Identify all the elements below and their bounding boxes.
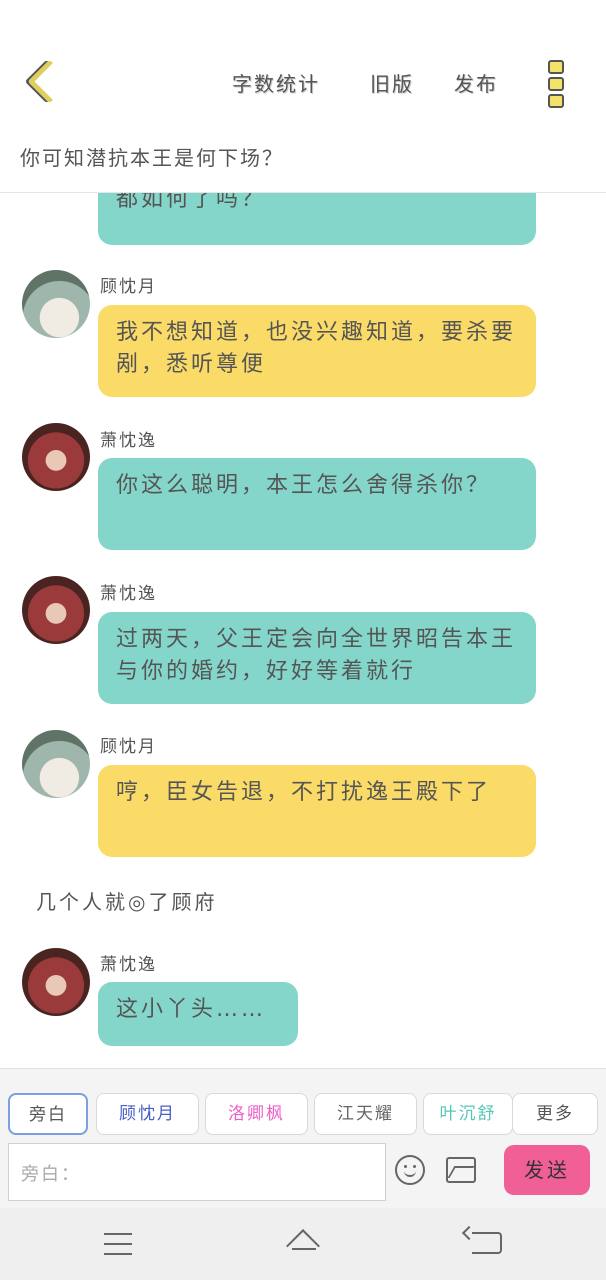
word-count-button[interactable]: 字数统计 — [232, 68, 320, 97]
message-text: 我不想知道，也没兴趣知道，要杀要剐，悉听尊便 — [116, 320, 517, 377]
speaker-name: 萧忱逸 — [100, 584, 157, 604]
image-icon[interactable] — [446, 1157, 476, 1183]
composer: 旁白 顾忱月 洛卿枫 江天耀 叶沉舒 更多 旁白： 发送 — [0, 1068, 606, 1209]
narration-message: 几个人就◎了顾府 — [36, 890, 218, 914]
role-chip-narrator[interactable]: 旁白 — [8, 1093, 88, 1135]
message-bubble[interactable]: 我不想知道，也没兴趣知道，要杀要剐，悉听尊便 — [98, 305, 536, 397]
speaker-name: 顾忱月 — [100, 277, 157, 297]
publish-button[interactable]: 发布 — [454, 68, 498, 97]
more-vertical-icon[interactable] — [548, 60, 566, 108]
chevron-left-icon — [27, 59, 72, 104]
role-chip-ye[interactable]: 叶沉舒 — [423, 1093, 513, 1135]
system-nav-bar — [0, 1208, 606, 1280]
message-text: 都如何了吗？ — [116, 192, 267, 212]
more-roles-button[interactable]: 更多 — [512, 1093, 598, 1135]
message-bubble[interactable]: 都如何了吗？ — [98, 192, 536, 245]
speaker-name: 萧忱逸 — [100, 955, 157, 975]
message-input[interactable]: 旁白： — [8, 1143, 386, 1201]
home-icon[interactable] — [284, 1230, 324, 1258]
send-button[interactable]: 发送 — [504, 1145, 590, 1195]
avatar-gu[interactable] — [22, 270, 90, 338]
menu-icon[interactable] — [104, 1233, 132, 1255]
message-bubble[interactable]: 这小丫头…… — [98, 982, 298, 1046]
avatar-xiao[interactable] — [22, 948, 90, 1016]
avatar-xiao[interactable] — [22, 576, 90, 644]
message-bubble[interactable]: 你这么聪明，本王怎么舍得杀你？ — [98, 458, 536, 550]
old-version-button[interactable]: 旧版 — [370, 68, 414, 97]
role-chip-luo[interactable]: 洛卿枫 — [205, 1093, 308, 1135]
story-title: 你可知潜抗本王是何下场？ — [20, 146, 284, 170]
top-bar: 字数统计 旧版 发布 你可知潜抗本王是何下场？ — [0, 0, 606, 193]
role-chip-jiang[interactable]: 江天耀 — [314, 1093, 417, 1135]
back-button[interactable] — [22, 58, 72, 106]
speaker-name: 顾忱月 — [100, 737, 157, 757]
emoji-icon[interactable] — [395, 1155, 425, 1185]
back-icon[interactable] — [472, 1232, 502, 1254]
message-bubble[interactable]: 哼，臣女告退，不打扰逸王殿下了 — [98, 765, 536, 857]
speaker-name: 萧忱逸 — [100, 431, 157, 451]
message-text: 哼，臣女告退，不打扰逸王殿下了 — [116, 780, 492, 805]
role-chip-gu[interactable]: 顾忱月 — [96, 1093, 199, 1135]
chat-area[interactable]: 都如何了吗？ 顾忱月 我不想知道，也没兴趣知道，要杀要剐，悉听尊便 萧忱逸 你这… — [0, 192, 606, 1072]
message-text: 你这么聪明，本王怎么舍得杀你？ — [116, 473, 492, 498]
avatar-gu[interactable] — [22, 730, 90, 798]
message-bubble[interactable]: 过两天，父王定会向全世界昭告本王与你的婚约，好好等着就行 — [98, 612, 536, 704]
message-text: 这小丫头…… — [116, 997, 267, 1022]
message-text: 过两天，父王定会向全世界昭告本王与你的婚约，好好等着就行 — [116, 627, 517, 684]
avatar-xiao[interactable] — [22, 423, 90, 491]
